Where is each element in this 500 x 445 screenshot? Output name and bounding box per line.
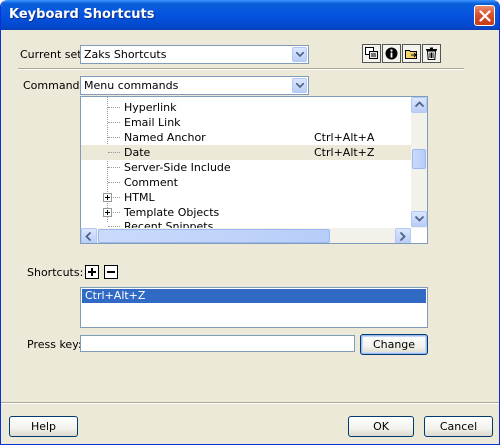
plus-icon (88, 268, 96, 276)
chevron-down-icon[interactable] (292, 47, 307, 62)
horizontal-scrollbar[interactable] (81, 228, 411, 243)
export-set-button[interactable] (402, 44, 421, 63)
tree-item-name: HTML (124, 191, 155, 204)
tree-item[interactable]: Comment (81, 175, 411, 190)
chevron-left-icon (85, 232, 92, 241)
chevron-right-icon (399, 232, 406, 241)
tree-item-name: Comment (124, 176, 178, 189)
tree-item-name: Email Link (124, 116, 181, 129)
delete-set-button[interactable] (422, 44, 441, 63)
tree-item[interactable]: HTML (81, 190, 411, 205)
commands-tree[interactable]: Hyperlink Email Link Named Anchor Ctrl+A… (80, 96, 428, 244)
tree-item[interactable]: Named Anchor Ctrl+Alt+A (81, 130, 411, 145)
commands-value: Menu commands (84, 79, 179, 92)
shortcut-list-item[interactable]: Ctrl+Alt+Z (82, 289, 426, 303)
duplicate-set-icon (365, 47, 378, 59)
current-set-value: Zaks Shortcuts (84, 48, 167, 61)
change-button[interactable]: Change (360, 334, 428, 355)
delete-set-icon (426, 47, 437, 60)
vertical-scrollbar[interactable] (411, 97, 427, 228)
tree-item-name: Date (124, 146, 151, 159)
tree-item-name: Hyperlink (124, 101, 177, 114)
scroll-up-button[interactable] (411, 97, 427, 113)
separator (18, 68, 464, 70)
duplicate-set-button[interactable] (362, 44, 381, 63)
horizontal-scroll-thumb[interactable] (98, 229, 330, 243)
tree-item[interactable]: Email Link (81, 115, 411, 130)
minus-icon (107, 271, 115, 273)
press-key-input[interactable] (80, 335, 355, 352)
keyboard-shortcuts-dialog: Keyboard Shortcuts Current set: Zaks Sho… (0, 0, 500, 445)
tree-item[interactable]: Hyperlink (81, 100, 411, 115)
tree-item[interactable]: Template Objects (81, 205, 411, 220)
current-set-label: Current set: (20, 48, 86, 61)
tree-item-shortcut: Ctrl+Alt+A (314, 131, 375, 144)
scroll-down-button[interactable] (411, 211, 427, 227)
chevron-down-icon[interactable] (292, 78, 307, 93)
tree-item-name: Template Objects (124, 206, 220, 219)
commands-select[interactable]: Menu commands (80, 76, 309, 95)
close-icon (479, 10, 491, 22)
cancel-button[interactable]: Cancel (424, 416, 493, 437)
scroll-right-button[interactable] (395, 228, 411, 243)
chevron-up-icon (415, 101, 424, 108)
tree-item-selected[interactable]: Date Ctrl+Alt+Z (81, 145, 411, 160)
chevron-down-icon (415, 215, 424, 222)
tree-item-name: Named Anchor (124, 131, 206, 144)
title-bar: Keyboard Shortcuts (1, 0, 499, 30)
tree-item-shortcut: Ctrl+Alt+Z (314, 146, 375, 159)
remove-shortcut-button[interactable] (104, 265, 118, 279)
rename-set-button[interactable] (382, 44, 401, 63)
current-set-select[interactable]: Zaks Shortcuts (80, 45, 309, 64)
ok-button[interactable]: OK (348, 416, 414, 437)
close-button[interactable] (474, 5, 495, 26)
info-icon (385, 47, 398, 60)
help-button[interactable]: Help (9, 416, 78, 437)
tree-item[interactable]: Server-Side Include (81, 160, 411, 175)
export-set-icon (405, 50, 417, 59)
press-key-label: Press key: (27, 338, 82, 351)
window-title: Keyboard Shortcuts (9, 7, 155, 22)
scroll-left-button[interactable] (81, 228, 97, 243)
expand-icon[interactable] (103, 193, 112, 202)
add-shortcut-button[interactable] (85, 265, 99, 279)
vertical-scroll-thumb[interactable] (412, 149, 426, 169)
expand-icon[interactable] (103, 208, 112, 217)
shortcuts-label: Shortcuts: (27, 266, 84, 279)
footer-separator (1, 402, 499, 404)
tree-item-name: Server-Side Include (124, 161, 231, 174)
shortcuts-list[interactable]: Ctrl+Alt+Z (80, 287, 428, 328)
